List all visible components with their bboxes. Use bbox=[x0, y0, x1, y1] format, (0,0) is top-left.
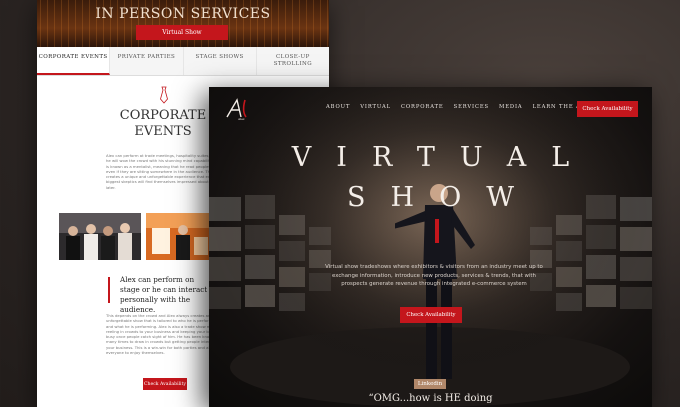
service-tabs: CORPORATE EVENTS PRIVATE PARTIES STAGE S… bbox=[37, 47, 329, 76]
tab-corporate-events[interactable]: CORPORATE EVENTS bbox=[37, 47, 111, 75]
linkedin-badge[interactable]: Linkedin bbox=[414, 379, 446, 389]
check-availability-nav-button[interactable]: Check Availability bbox=[577, 101, 638, 117]
tab-private-parties[interactable]: PRIVATE PARTIES bbox=[110, 47, 184, 75]
nav-services[interactable]: SERVICES bbox=[454, 104, 489, 110]
event-photo-performer bbox=[146, 213, 211, 260]
top-navigation: Alex ABOUT VIRTUAL CORPORATE SERVICES ME… bbox=[209, 87, 652, 131]
hero-description: Virtual show tradeshows where exhibitors… bbox=[325, 264, 543, 287]
body-paragraph: This depends on the crowd and Alex alway… bbox=[106, 313, 225, 356]
nav-links: ABOUT VIRTUAL CORPORATE SERVICES MEDIA L… bbox=[326, 104, 590, 110]
brand-logo[interactable]: Alex bbox=[223, 97, 259, 121]
banner-title: IN PERSON SERVICES bbox=[95, 6, 271, 22]
hero-title-line2: SHOW bbox=[347, 182, 539, 213]
tab-close-up-strolling[interactable]: CLOSE-UP STROLLING bbox=[256, 47, 329, 75]
intro-paragraph: Alex can perform at trade meetings, hosp… bbox=[106, 153, 226, 190]
virtual-show-page: Alex ABOUT VIRTUAL CORPORATE SERVICES ME… bbox=[209, 87, 652, 407]
testimonial-quote: “OMG...how is HE doing bbox=[368, 393, 493, 404]
tie-icon bbox=[160, 86, 168, 104]
logo-text: Alex bbox=[237, 117, 245, 121]
nav-about[interactable]: ABOUT bbox=[326, 104, 350, 110]
nav-virtual[interactable]: VIRTUAL bbox=[360, 104, 391, 110]
check-availability-hero-button[interactable]: Check Availability bbox=[400, 307, 462, 323]
event-photo-guests bbox=[59, 213, 141, 260]
curtain-banner: IN PERSON SERVICES Virtual Show bbox=[37, 0, 329, 47]
hero-title-line1: VIRTUAL bbox=[291, 142, 595, 173]
quote-accent-bar bbox=[108, 277, 110, 303]
nav-corporate[interactable]: CORPORATE bbox=[401, 104, 444, 110]
tab-stage-shows[interactable]: STAGE SHOWS bbox=[183, 47, 257, 75]
pull-quote: Alex can perform on stage or he can inte… bbox=[120, 275, 208, 314]
check-availability-button-secondary[interactable]: Check Availability bbox=[143, 378, 187, 390]
nav-media[interactable]: MEDIA bbox=[499, 104, 523, 110]
virtual-show-button[interactable]: Virtual Show bbox=[136, 25, 228, 40]
